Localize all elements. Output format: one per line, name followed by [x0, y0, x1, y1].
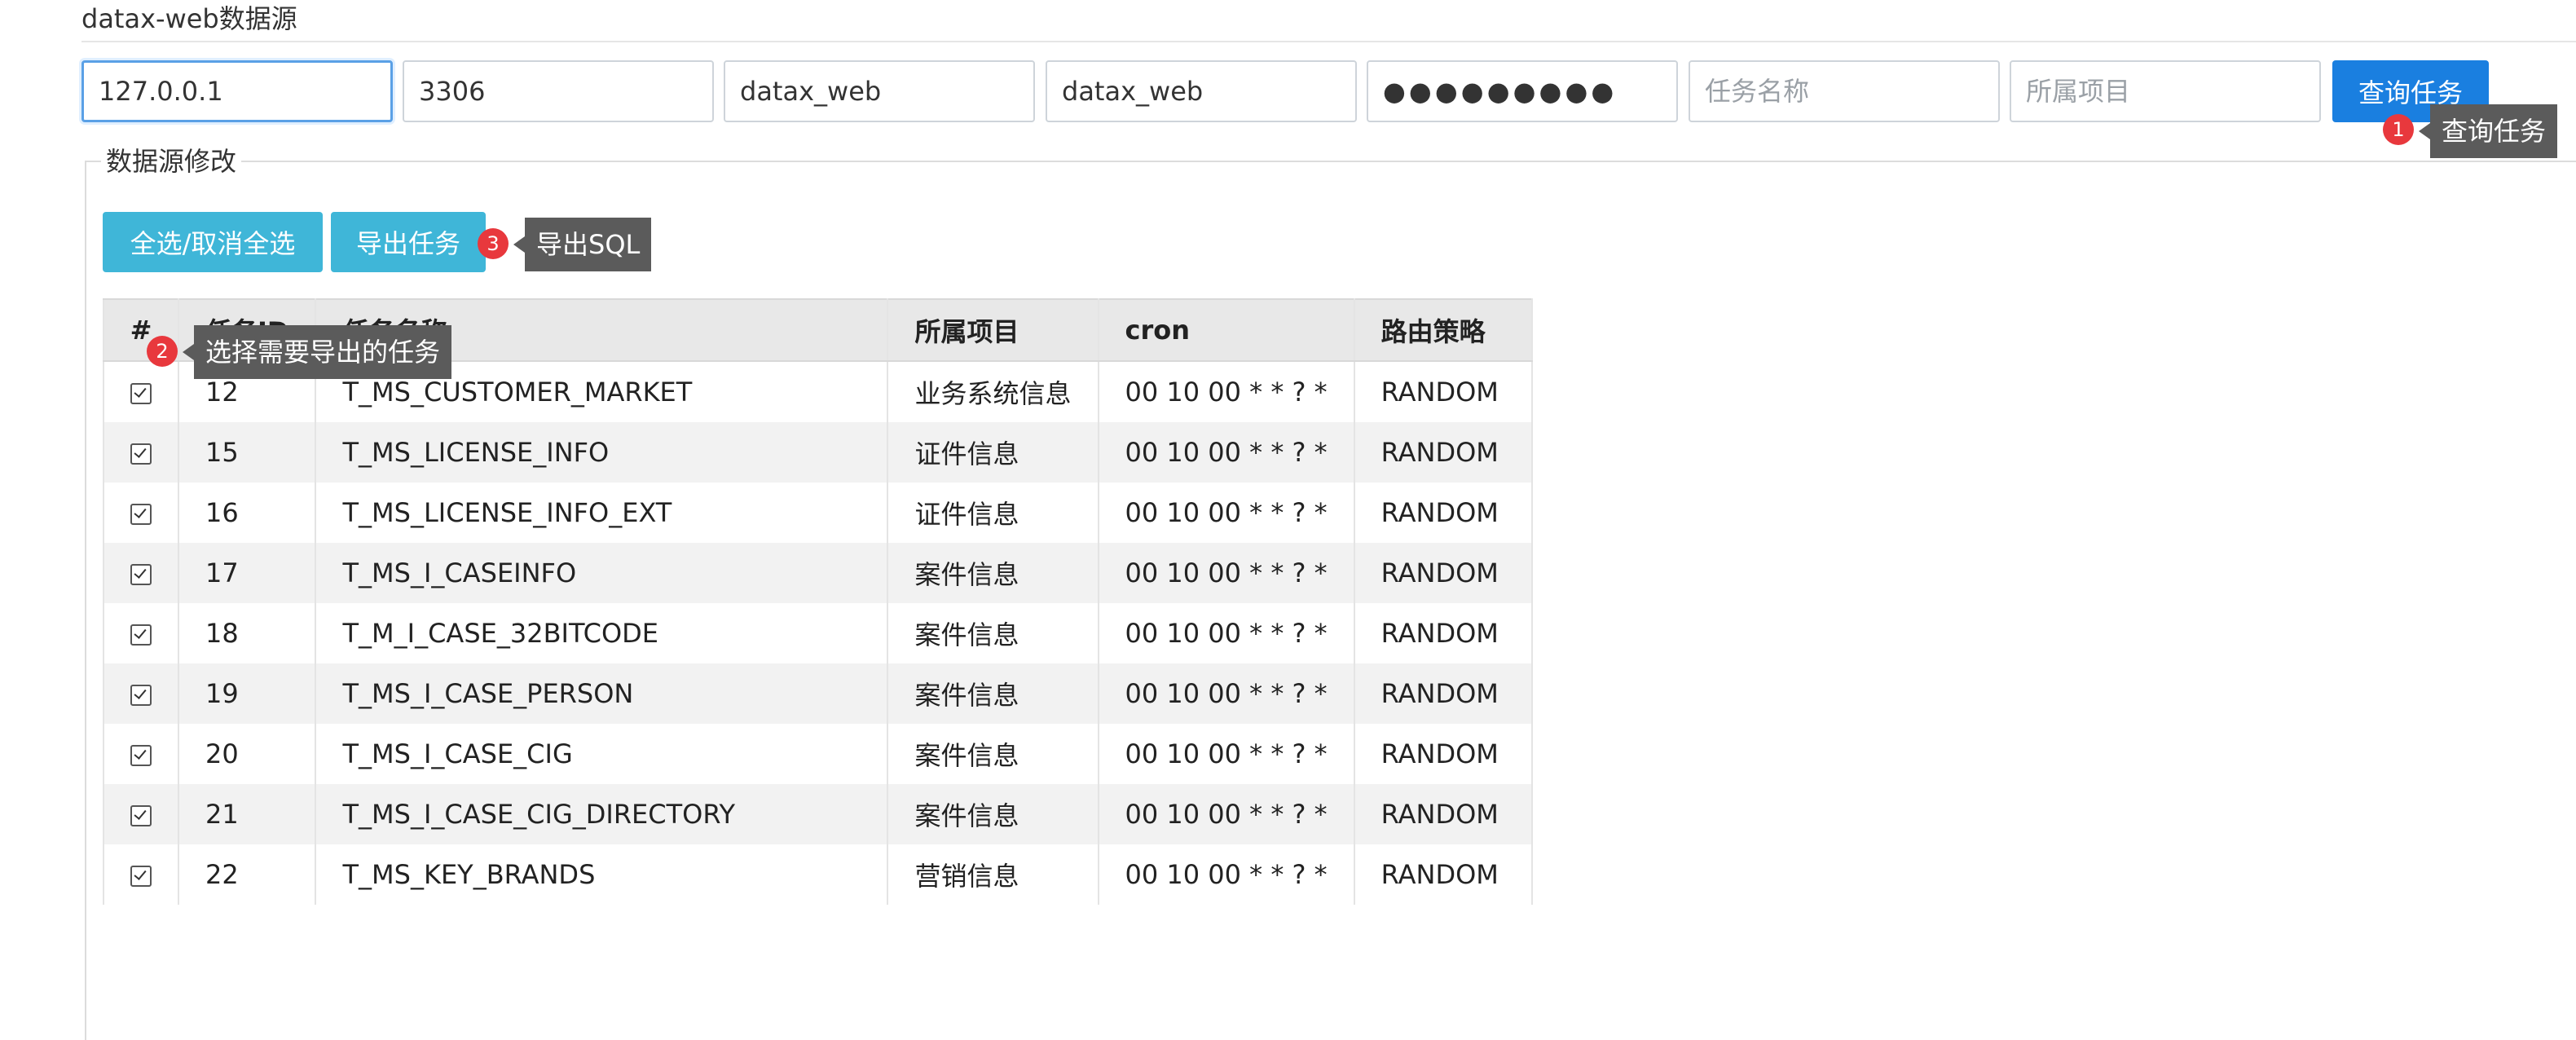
select-all-button[interactable]: 全选/取消全选 — [103, 212, 323, 272]
table-row[interactable]: 18 T_M_I_CASE_32BITCODE 案件信息 00 10 00 * … — [103, 603, 1533, 663]
checkbox-checked-icon[interactable] — [130, 685, 152, 706]
cell-route: RANDOM — [1353, 724, 1533, 784]
row-checkbox-cell[interactable] — [103, 784, 179, 844]
col-header-route: 路由策略 — [1353, 298, 1533, 362]
row-checkbox-cell[interactable] — [103, 483, 179, 543]
step-1-badge: 1 — [2383, 114, 2414, 145]
cell-task-name: T_MS_KEY_BRANDS — [315, 844, 889, 905]
cell-cron: 00 10 00 * * ? * — [1097, 543, 1355, 603]
cell-task-id: 20 — [177, 724, 317, 784]
cell-cron: 00 10 00 * * ? * — [1097, 663, 1355, 724]
row-checkbox-cell[interactable] — [103, 422, 179, 483]
cell-task-id: 15 — [177, 422, 317, 483]
host-input[interactable] — [81, 60, 393, 122]
table-row[interactable]: 15 T_MS_LICENSE_INFO 证件信息 00 10 00 * * ?… — [103, 422, 1533, 483]
cell-project: 案件信息 — [887, 603, 1099, 663]
checkbox-checked-icon[interactable] — [130, 624, 152, 646]
cell-project: 案件信息 — [887, 663, 1099, 724]
cell-project: 案件信息 — [887, 784, 1099, 844]
project-input[interactable] — [2010, 60, 2321, 122]
page-title: datax-web数据源 — [81, 3, 297, 34]
table-row[interactable]: 16 T_MS_LICENSE_INFO_EXT 证件信息 00 10 00 *… — [103, 483, 1533, 543]
username-input[interactable] — [1046, 60, 1357, 122]
cell-task-name: T_MS_I_CASEINFO — [315, 543, 889, 603]
cell-route: RANDOM — [1353, 844, 1533, 905]
step-2-tooltip: 选择需要导出的任务 — [182, 325, 452, 379]
cell-route: RANDOM — [1353, 663, 1533, 724]
checkbox-checked-icon[interactable] — [130, 745, 152, 766]
table-row[interactable]: 20 T_MS_I_CASE_CIG 案件信息 00 10 00 * * ? *… — [103, 724, 1533, 784]
table-row[interactable]: 21 T_MS_I_CASE_CIG_DIRECTORY 案件信息 00 10 … — [103, 784, 1533, 844]
cell-task-name: T_MS_I_CASE_CIG_DIRECTORY — [315, 784, 889, 844]
checkbox-checked-icon[interactable] — [130, 504, 152, 525]
cell-project: 营销信息 — [887, 844, 1099, 905]
cell-task-id: 18 — [177, 603, 317, 663]
panel-legend: 数据源修改 — [106, 146, 237, 177]
cell-cron: 00 10 00 * * ? * — [1097, 361, 1355, 422]
cell-task-id: 22 — [177, 844, 317, 905]
step-3-badge: 3 — [478, 228, 509, 259]
cell-cron: 00 10 00 * * ? * — [1097, 844, 1355, 905]
col-header-project: 所属项目 — [887, 298, 1099, 362]
tasks-table: # 任务ID 任务名称 所属项目 cron 路由策略 12 T_MS_CUSTO… — [103, 298, 1533, 905]
title-divider — [81, 41, 2576, 42]
table-row[interactable]: 22 T_MS_KEY_BRANDS 营销信息 00 10 00 * * ? *… — [103, 844, 1533, 905]
cell-route: RANDOM — [1353, 483, 1533, 543]
cell-project: 证件信息 — [887, 422, 1099, 483]
table-row[interactable]: 19 T_MS_I_CASE_PERSON 案件信息 00 10 00 * * … — [103, 663, 1533, 724]
cell-route: RANDOM — [1353, 422, 1533, 483]
cell-project: 证件信息 — [887, 483, 1099, 543]
col-header-cron: cron — [1097, 298, 1355, 362]
step-3-tooltip: 导出SQL — [513, 218, 652, 271]
row-checkbox-cell[interactable] — [103, 543, 179, 603]
database-input[interactable] — [724, 60, 1035, 122]
checkbox-checked-icon[interactable] — [130, 805, 152, 826]
cell-cron: 00 10 00 * * ? * — [1097, 603, 1355, 663]
task-name-input[interactable] — [1689, 60, 2000, 122]
row-checkbox-cell[interactable] — [103, 663, 179, 724]
cell-task-name: T_MS_I_CASE_CIG — [315, 724, 889, 784]
row-checkbox-cell[interactable] — [103, 361, 179, 422]
step-1-tooltip: 查询任务 — [2418, 104, 2558, 158]
row-checkbox-cell[interactable] — [103, 724, 179, 784]
cell-route: RANDOM — [1353, 361, 1533, 422]
cell-task-name: T_MS_LICENSE_INFO_EXT — [315, 483, 889, 543]
cell-cron: 00 10 00 * * ? * — [1097, 422, 1355, 483]
cell-project: 案件信息 — [887, 543, 1099, 603]
checkbox-checked-icon[interactable] — [130, 564, 152, 585]
row-checkbox-cell[interactable] — [103, 603, 179, 663]
checkbox-checked-icon[interactable] — [130, 866, 152, 887]
cell-task-name: T_MS_I_CASE_PERSON — [315, 663, 889, 724]
cell-task-id: 16 — [177, 483, 317, 543]
cell-project: 案件信息 — [887, 724, 1099, 784]
checkbox-checked-icon[interactable] — [130, 443, 152, 465]
step-2-badge: 2 — [147, 336, 178, 367]
cell-task-id: 21 — [177, 784, 317, 844]
cell-cron: 00 10 00 * * ? * — [1097, 483, 1355, 543]
cell-task-name: T_MS_LICENSE_INFO — [315, 422, 889, 483]
cell-task-id: 19 — [177, 663, 317, 724]
table-row[interactable]: 17 T_MS_I_CASEINFO 案件信息 00 10 00 * * ? *… — [103, 543, 1533, 603]
export-tasks-button[interactable]: 导出任务 — [331, 212, 486, 272]
cell-cron: 00 10 00 * * ? * — [1097, 724, 1355, 784]
cell-project: 业务系统信息 — [887, 361, 1099, 422]
password-input[interactable] — [1367, 60, 1678, 122]
cell-task-id: 17 — [177, 543, 317, 603]
cell-route: RANDOM — [1353, 543, 1533, 603]
checkbox-checked-icon[interactable] — [130, 383, 152, 404]
cell-task-name: T_M_I_CASE_32BITCODE — [315, 603, 889, 663]
port-input[interactable] — [403, 60, 714, 122]
cell-route: RANDOM — [1353, 784, 1533, 844]
cell-cron: 00 10 00 * * ? * — [1097, 784, 1355, 844]
cell-route: RANDOM — [1353, 603, 1533, 663]
row-checkbox-cell[interactable] — [103, 844, 179, 905]
